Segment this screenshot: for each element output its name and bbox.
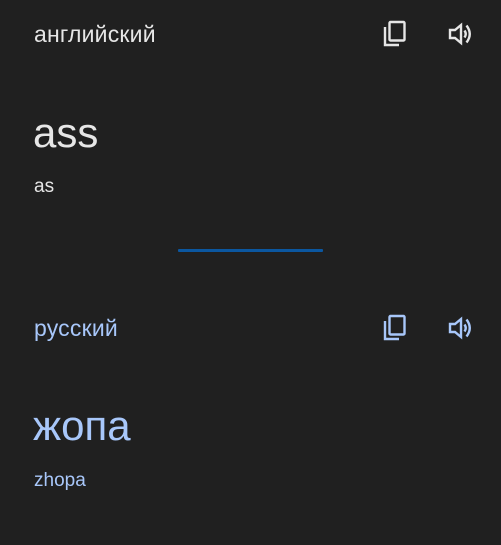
target-transliteration: zhopa [34, 470, 86, 491]
target-text: жопа [33, 402, 131, 449]
copy-icon [383, 314, 406, 341]
target-language-label[interactable]: русский [34, 315, 118, 342]
section-divider [178, 249, 323, 252]
volume-icon [448, 22, 471, 46]
copy-icon [383, 20, 406, 47]
target-speak-button[interactable] [443, 310, 479, 346]
source-speak-button[interactable] [443, 16, 479, 52]
target-copy-button[interactable] [377, 310, 413, 346]
source-copy-button[interactable] [377, 16, 413, 52]
source-language-label[interactable]: английский [34, 21, 156, 48]
source-text: ass [33, 109, 99, 156]
source-transliteration: as [34, 176, 55, 197]
volume-icon [448, 316, 471, 340]
